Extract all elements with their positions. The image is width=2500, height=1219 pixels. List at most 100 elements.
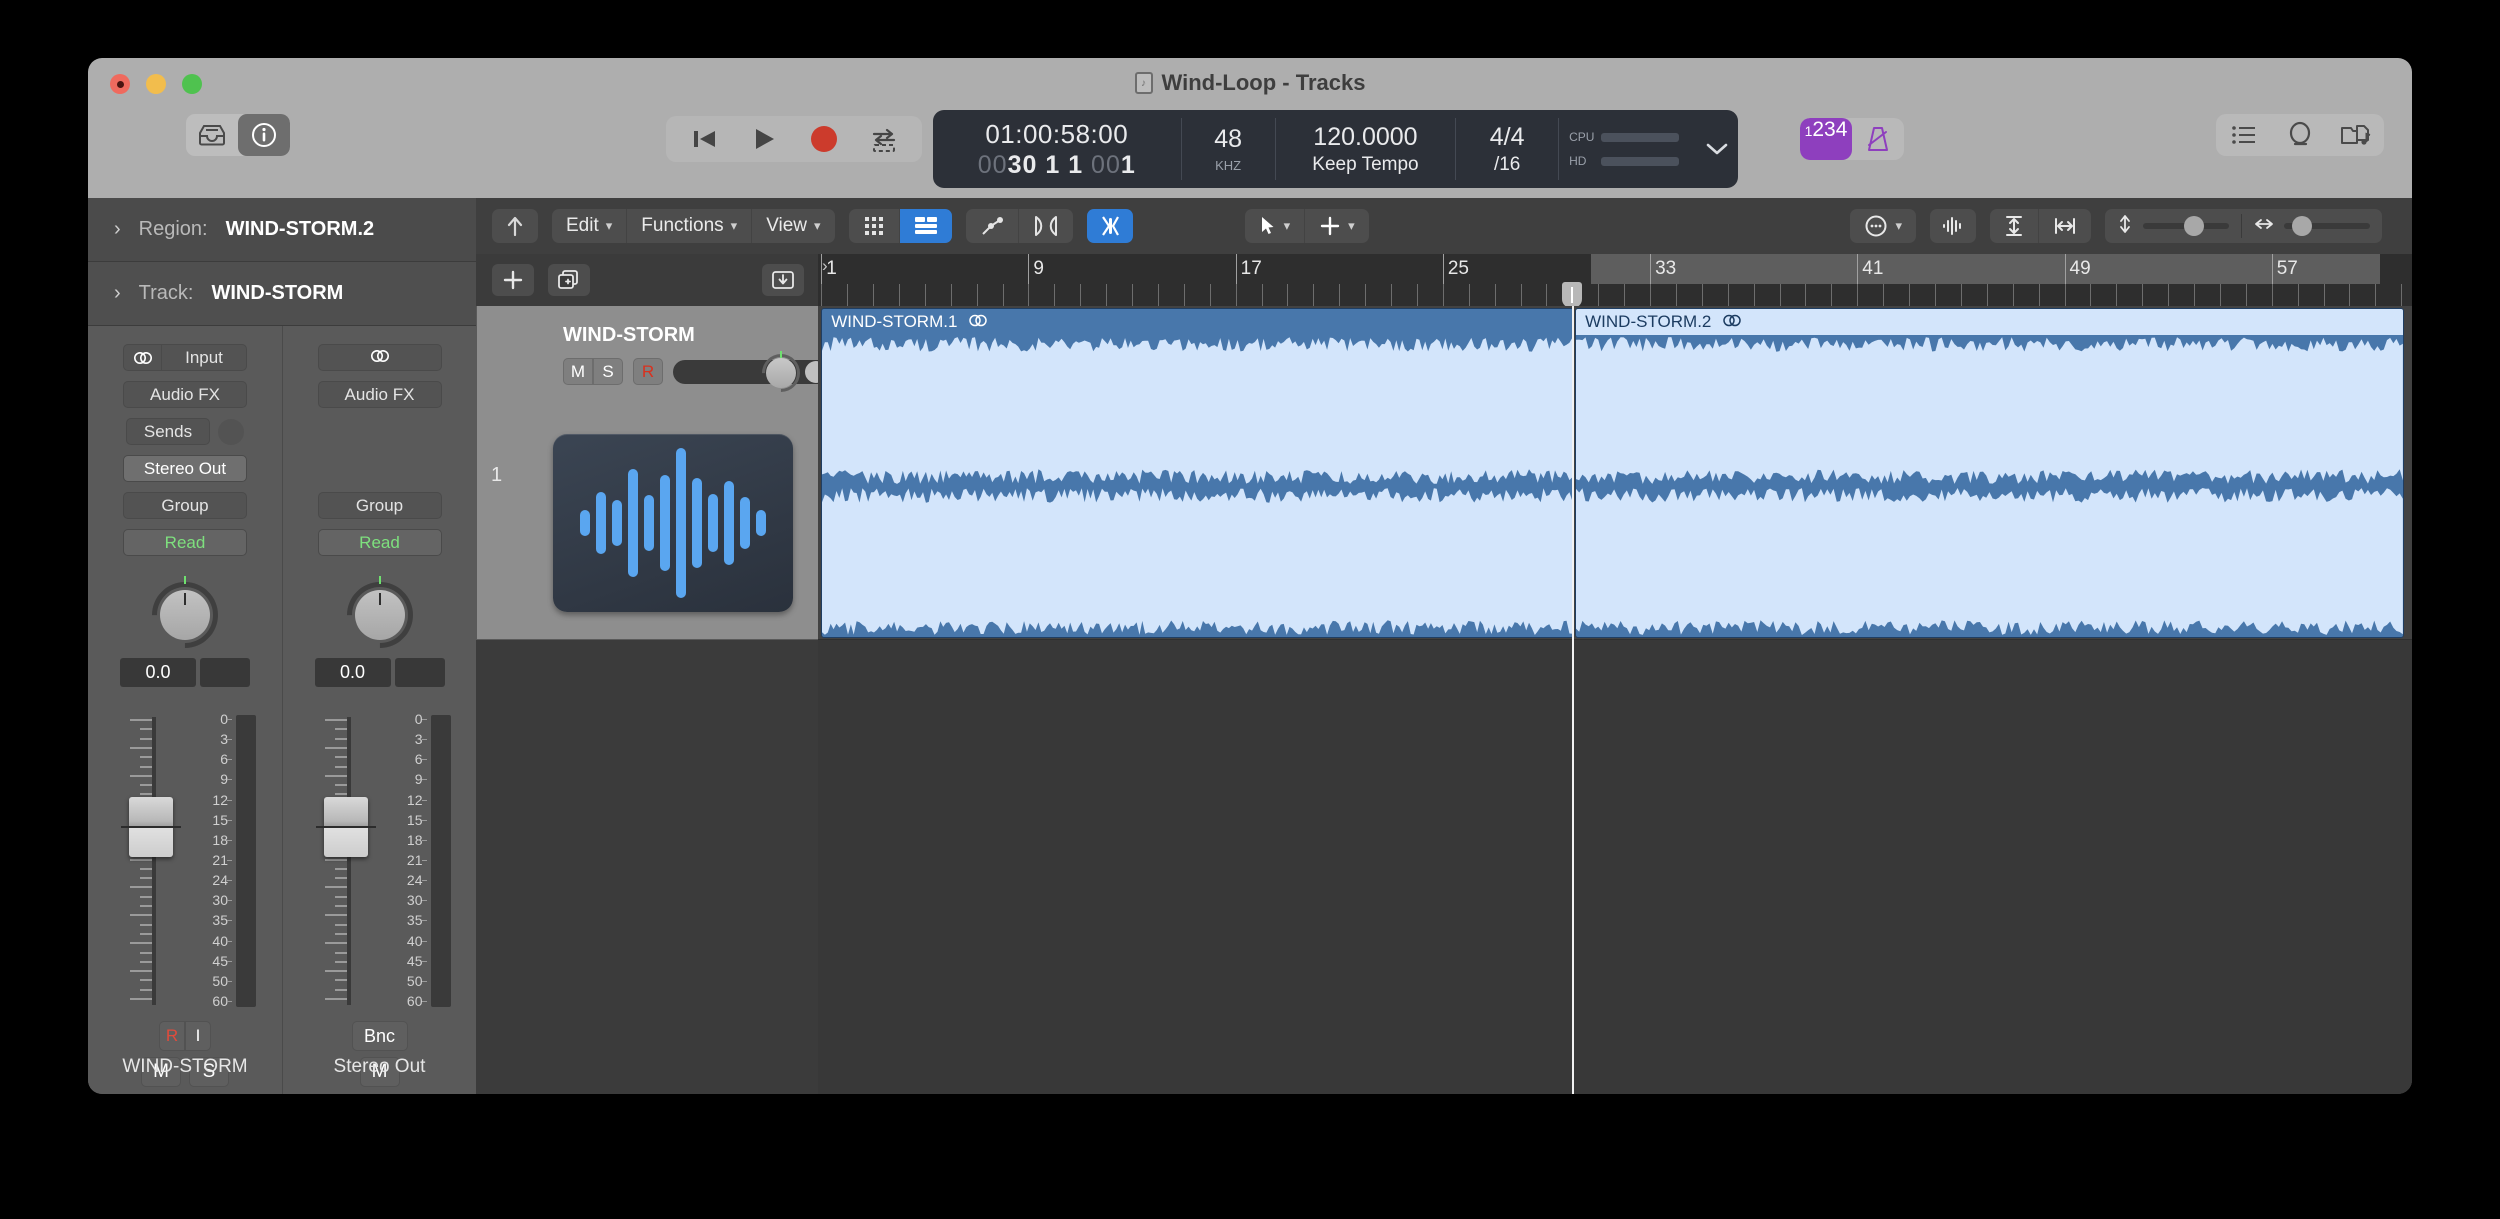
track-mute-button[interactable]: M (563, 358, 593, 385)
go-to-beginning-icon[interactable] (676, 120, 732, 158)
audio-fx-slot[interactable]: Audio FX (317, 381, 442, 408)
ruler[interactable]: › 1 9 17 25 33 41 49 57 (818, 254, 2412, 308)
more-options-icon[interactable]: ▾ (1850, 209, 1916, 243)
track-record-button[interactable]: R (633, 358, 663, 385)
automation-icon[interactable] (966, 209, 1019, 243)
input-monitor-button[interactable]: I (185, 1021, 211, 1051)
pan-value[interactable] (394, 658, 445, 687)
pan-knob-body[interactable] (160, 590, 210, 640)
fader-handle[interactable] (121, 797, 181, 857)
sends-slot[interactable]: Sends (126, 418, 210, 445)
lcd-sample-rate[interactable]: 48 KHZ (1182, 110, 1275, 188)
ruler-bars[interactable]: 1 9 17 25 33 41 49 57 (818, 254, 2412, 284)
fit-vertical-icon[interactable] (1990, 209, 2039, 243)
catch-playhead-icon[interactable] (492, 209, 538, 243)
chevron-right-icon[interactable]: › (114, 218, 121, 241)
volume-value[interactable]: 0.0 (314, 658, 391, 687)
fader-handle[interactable] (315, 797, 376, 857)
db-label: 15 (406, 811, 423, 828)
lcd-position[interactable]: 01:00:58:00 0030 1 1 001 (933, 110, 1181, 188)
channel-strip-name[interactable]: Stereo Out (283, 1056, 476, 1078)
audio-fx-slot[interactable]: Audio FX (123, 381, 247, 408)
db-tick (421, 920, 427, 922)
group-slot[interactable]: Group (317, 492, 442, 519)
bounce-button[interactable]: Bnc (351, 1021, 408, 1051)
track-pan-knob[interactable] (754, 346, 808, 400)
zoom-horizontal-track[interactable] (2284, 216, 2370, 236)
zoom-vertical-handle[interactable] (2183, 216, 2204, 236)
empty-canvas-area[interactable] (818, 640, 2412, 1094)
chevron-down-icon[interactable] (1695, 110, 1738, 188)
db-label: 45 (212, 952, 228, 969)
record-enable-button[interactable]: R (159, 1021, 185, 1051)
pan-knob-body[interactable] (354, 590, 405, 640)
pan-value[interactable] (200, 658, 250, 687)
import-icon[interactable] (762, 264, 804, 296)
automation-mode-button[interactable]: Read (123, 529, 247, 556)
track-pan-body[interactable] (766, 358, 796, 388)
group-slot[interactable]: Group (123, 492, 247, 519)
zoom-vertical-slider[interactable] (2105, 214, 2241, 239)
flex-icon[interactable] (1019, 209, 1073, 243)
volume-value[interactable]: 0.0 (120, 658, 196, 687)
menu-functions[interactable]: Functions ▾ (627, 209, 753, 243)
lcd-time-signature[interactable]: 4/4 /16 (1456, 110, 1558, 188)
add-track-icon[interactable] (492, 264, 534, 296)
send-level-knob[interactable] (218, 418, 244, 445)
fit-horizontal-icon[interactable] (2039, 209, 2091, 243)
ruler-beats[interactable] (818, 284, 2412, 306)
ruler-cycle-range[interactable] (1591, 254, 2381, 284)
region-header[interactable]: WIND-STORM.1 (822, 309, 1573, 335)
inspector-track-row[interactable]: › Track: WIND-STORM (88, 262, 476, 326)
inspector-region-row[interactable]: › Region: WIND-STORM.2 (88, 198, 476, 262)
track-name[interactable]: WIND-STORM (563, 324, 695, 347)
loops-browser-icon[interactable] (2272, 114, 2328, 156)
lcd-display[interactable]: 01:00:58:00 0030 1 1 001 48 KHZ 120.0000… (933, 110, 1738, 188)
track-lane[interactable]: WIND-STORM.1 WIND-STORM.2 (818, 306, 2412, 640)
fade-tool-icon[interactable] (1086, 209, 1133, 243)
input-slot[interactable]: Input (123, 344, 247, 371)
edit-toggle-group (965, 209, 1073, 243)
audio-track-artwork[interactable] (553, 434, 793, 612)
chevron-right-icon[interactable]: › (114, 282, 121, 305)
zoom-vertical-track[interactable] (2143, 216, 2229, 236)
marquee-tool-icon[interactable]: ▾ (1305, 209, 1369, 243)
output-stereo-icon-slot[interactable] (317, 344, 442, 371)
input-label[interactable]: Input (161, 344, 247, 371)
record-icon[interactable] (796, 120, 852, 158)
region-header[interactable]: WIND-STORM.2 (1576, 309, 2404, 335)
metronome-icon[interactable] (1852, 118, 1904, 160)
library-icon[interactable] (186, 114, 238, 156)
channel-strip-name[interactable]: WIND-STORM (88, 1056, 282, 1078)
menu-edit[interactable]: Edit ▾ (552, 209, 628, 243)
duplicate-track-icon[interactable] (548, 264, 590, 296)
list-view-icon[interactable] (899, 209, 952, 243)
pan-knob[interactable] (138, 568, 232, 662)
volume-fader[interactable] (114, 711, 188, 1011)
audio-region[interactable]: WIND-STORM.2 (1575, 308, 2405, 638)
output-slot[interactable]: Stereo Out (123, 455, 247, 482)
automation-mode-button[interactable]: Read (317, 529, 442, 556)
track-solo-button[interactable]: S (593, 358, 623, 385)
volume-fader[interactable] (309, 711, 383, 1011)
playhead-handle[interactable] (1561, 282, 1582, 308)
count-in-button[interactable]: 1 234 (1800, 118, 1852, 160)
cycle-icon[interactable] (856, 120, 912, 158)
play-icon[interactable] (736, 120, 792, 158)
zoom-horizontal-handle[interactable] (2291, 216, 2312, 236)
info-icon[interactable] (238, 114, 290, 156)
audio-region[interactable]: WIND-STORM.1 (821, 308, 1574, 638)
menu-view[interactable]: View ▾ (752, 209, 834, 243)
track-header-row[interactable]: 1 WIND-STORM M S R (476, 306, 849, 640)
pointer-tool-icon[interactable]: ▾ (1245, 209, 1306, 243)
media-browser-icon[interactable] (2328, 114, 2384, 156)
region-name: WIND-STORM.1 (831, 312, 958, 331)
list-editors-icon[interactable] (2216, 114, 2272, 156)
grid-view-icon[interactable] (849, 209, 900, 243)
lcd-tempo[interactable]: 120.0000 Keep Tempo (1276, 110, 1456, 188)
stereo-icon[interactable] (123, 344, 161, 371)
zoom-horizontal-slider[interactable] (2242, 216, 2382, 237)
pan-knob[interactable] (332, 568, 427, 662)
waveform-zoom-icon[interactable] (1930, 209, 1976, 243)
arrange-canvas[interactable]: › 1 9 17 25 33 41 49 57 WIND-STORM.1 WIN… (818, 254, 2412, 1094)
